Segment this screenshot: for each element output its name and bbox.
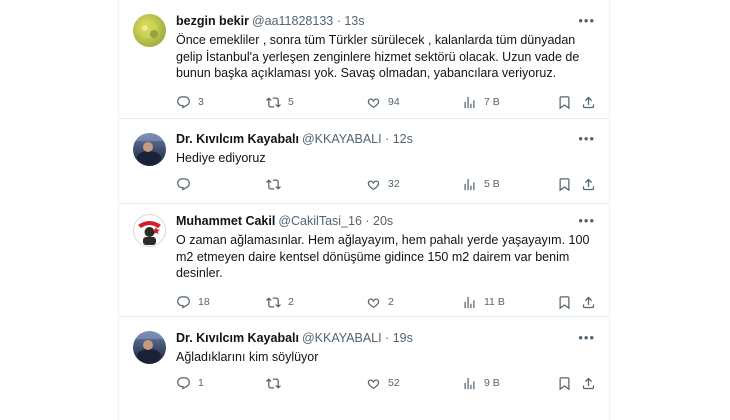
more-horizontal-icon[interactable]: ••• [578,214,595,227]
reply-icon [176,177,191,192]
handle-time[interactable]: @aa11828133 · 13s [252,14,365,28]
views-button[interactable]: 5 B [462,176,500,192]
avatar[interactable] [133,214,166,247]
reply-button[interactable]: 3 [176,94,204,110]
tweet-2[interactable]: Dr. Kıvılcım Kayabalı @KKAYABALI · 12s ••… [119,119,609,199]
reply-count: 3 [198,96,204,108]
reply-icon [176,95,191,110]
handle-time[interactable]: @CakilTasi_16 · 20s [278,214,393,228]
views-chart-icon [462,295,477,310]
display-name[interactable]: Dr. Kıvılcım Kayabalı [176,331,299,345]
handle-time[interactable]: @KKAYABALI · 19s [302,331,413,345]
retweet-count: 5 [288,96,294,108]
bookmark-button[interactable] [557,294,572,310]
share-button[interactable] [581,176,596,192]
tweet-text: Hediye ediyoruz [176,151,266,165]
share-button[interactable] [581,375,596,391]
views-button[interactable]: 9 B [462,375,500,391]
reply-button[interactable]: 18 [176,294,210,310]
bookmark-button[interactable] [557,375,572,391]
more-horizontal-icon[interactable]: ••• [578,132,595,145]
share-button[interactable] [581,294,596,310]
views-count: 9 B [484,377,500,389]
reply-thread: bezgin bekir @aa11828133 · 13s ••• Önce e… [118,0,610,420]
display-name[interactable]: Dr. Kıvılcım Kayabalı [176,132,299,146]
retweet-icon [266,95,281,110]
reply-button[interactable] [176,176,198,192]
retweet-button[interactable] [266,375,288,391]
views-chart-icon [462,95,477,110]
avatar[interactable] [133,14,166,47]
avatar[interactable] [133,331,166,364]
retweet-button[interactable] [266,176,288,192]
like-button[interactable]: 94 [366,94,400,110]
action-bar: 32 5 B [176,176,594,192]
bookmark-icon [557,376,572,391]
retweet-button[interactable]: 5 [266,94,294,110]
tweet-3[interactable]: Muhammet Cakil @CakilTasi_16 · 20s ••• O … [119,204,609,316]
tweet-header: Dr. Kıvılcım Kayabalı @KKAYABALI · 19s [176,329,413,347]
views-button[interactable]: 11 B [462,294,505,310]
more-horizontal-icon[interactable]: ••• [578,331,595,344]
tweet-4[interactable]: Dr. Kıvılcım Kayabalı @KKAYABALI · 19s ••… [119,317,609,420]
retweet-button[interactable]: 2 [266,294,294,310]
like-count: 52 [388,377,400,389]
tweet-text: Ağladıklarını kim söylüyor [176,350,319,364]
reply-icon [176,376,191,391]
reply-count: 1 [198,377,204,389]
views-count: 7 B [484,96,500,108]
share-button[interactable] [581,94,596,110]
reply-icon [176,295,191,310]
share-icon [581,177,596,192]
bookmark-button[interactable] [557,94,572,110]
views-button[interactable]: 7 B [462,94,500,110]
tweet-text: O zaman ağlamasınlar. Hem ağlayayım, hem… [176,233,590,280]
share-icon [581,95,596,110]
more-horizontal-icon[interactable]: ••• [578,14,595,27]
reply-count: 18 [198,296,210,308]
reply-button[interactable]: 1 [176,375,204,391]
share-icon [581,376,596,391]
action-bar: 3 5 94 7 B [176,94,594,110]
like-count: 32 [388,178,400,190]
like-button[interactable]: 32 [366,176,400,192]
heart-icon [366,95,381,110]
views-count: 11 B [484,296,505,308]
share-icon [581,295,596,310]
heart-icon [366,376,381,391]
like-button[interactable]: 2 [366,294,394,310]
views-count: 5 B [484,178,500,190]
like-count: 2 [388,296,394,308]
tweet-text: Önce emekliler , sonra tüm Türkler sürül… [176,33,580,80]
heart-icon [366,177,381,192]
like-count: 94 [388,96,400,108]
bookmark-icon [557,177,572,192]
heart-icon [366,295,381,310]
tweet-header: bezgin bekir @aa11828133 · 13s [176,12,364,30]
views-chart-icon [462,376,477,391]
bookmark-button[interactable] [557,176,572,192]
display-name[interactable]: Muhammet Cakil [176,214,275,228]
retweet-icon [266,376,281,391]
avatar[interactable] [133,133,166,166]
tweet-header: Dr. Kıvılcım Kayabalı @KKAYABALI · 12s [176,130,413,148]
bookmark-icon [557,295,572,310]
tweet-header: Muhammet Cakil @CakilTasi_16 · 20s [176,212,393,230]
retweet-icon [266,295,281,310]
bookmark-icon [557,95,572,110]
handle-time[interactable]: @KKAYABALI · 12s [302,132,413,146]
action-bar: 18 2 2 11 B [176,294,594,310]
retweet-icon [266,177,281,192]
tweet-1[interactable]: bezgin bekir @aa11828133 · 13s ••• Önce e… [119,0,609,118]
like-button[interactable]: 52 [366,375,400,391]
views-chart-icon [462,177,477,192]
retweet-count: 2 [288,296,294,308]
action-bar: 1 52 9 B [176,375,594,391]
display-name[interactable]: bezgin bekir [176,14,249,28]
